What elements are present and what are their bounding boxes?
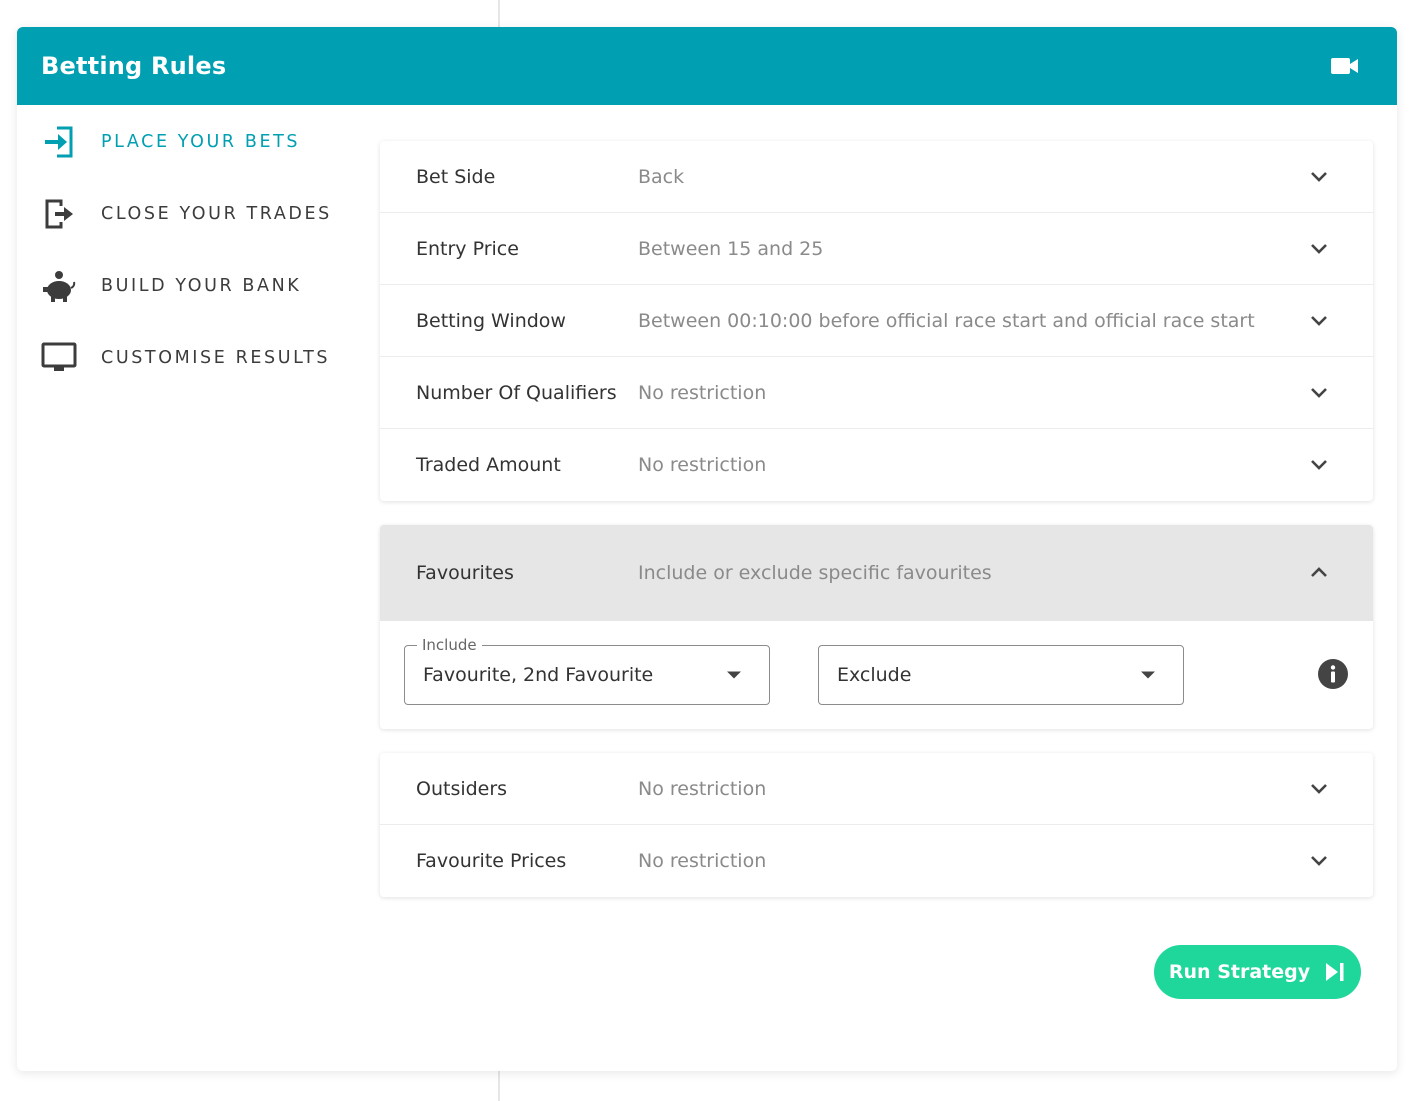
sidebar-item-label: CUSTOMISE RESULTS [101,348,331,368]
rule-label: Number Of Qualifiers [416,381,617,404]
sidebar-item-place-your-bets[interactable]: PLACE YOUR BETS [41,122,361,162]
rule-value: Between 00:10:00 before official race st… [638,309,1255,332]
chevron-down-icon[interactable] [1307,309,1331,333]
sidebar-item-close-your-trades[interactable]: CLOSE YOUR TRADES [41,194,361,234]
include-select[interactable]: Include Favourite, 2nd Favourite [404,636,770,705]
rule-label: Bet Side [416,165,496,188]
include-legend: Include [417,636,482,654]
chevron-down-icon[interactable] [1307,849,1331,873]
rule-label: Favourite Prices [416,850,567,872]
rules-panel-outsiders: Outsiders No restriction Favourite Price… [380,753,1373,897]
rule-label: Traded Amount [416,454,561,476]
exclude-select[interactable]: Exclude [818,645,1184,705]
rule-value: No restriction [638,381,767,404]
sidebar-item-label: BUILD YOUR BANK [101,276,302,296]
rule-value: Between 15 and 25 [638,237,824,260]
info-icon[interactable] [1317,658,1349,690]
chevron-down-icon[interactable] [1307,237,1331,261]
sign-in-icon [41,124,77,160]
skip-forward-icon [1326,963,1344,981]
rule-row-outsiders[interactable]: Outsiders No restriction [380,753,1373,825]
rule-value: Include or exclude specific favourites [638,562,992,584]
rule-value: No restriction [638,777,767,800]
rule-row-traded-amount[interactable]: Traded Amount No restriction [380,429,1373,501]
include-value: Favourite, 2nd Favourite [423,664,654,686]
rule-row-betting-window[interactable]: Betting Window Between 00:10:00 before o… [380,285,1373,357]
rule-row-favourite-prices[interactable]: Favourite Prices No restriction [380,825,1373,897]
rules-panel-favourites: Favourites Include or exclude specific f… [380,525,1373,729]
run-strategy-label: Run Strategy [1168,961,1311,983]
sidebar-item-build-your-bank[interactable]: BUILD YOUR BANK [41,266,361,306]
rule-row-number-of-qualifiers[interactable]: Number Of Qualifiers No restriction [380,357,1373,429]
page-title: Betting Rules [41,52,227,80]
rule-row-entry-price[interactable]: Entry Price Between 15 and 25 [380,213,1373,285]
rule-label: Outsiders [416,777,508,800]
dropdown-arrow-icon [727,671,741,679]
rule-label: Betting Window [416,309,566,332]
rule-value: No restriction [638,850,767,872]
rule-value: No restriction [638,454,767,476]
exclude-value: Exclude [837,664,912,686]
sidebar-item-label: PLACE YOUR BETS [101,132,301,152]
rule-label: Entry Price [416,237,519,260]
rules-panel-general: Bet Side Back Entry Price Between 15 and… [380,141,1373,501]
piggy-bank-icon [41,268,77,304]
chevron-down-icon[interactable] [1307,453,1331,477]
favourites-filter-area: Include Favourite, 2nd Favourite Exclude [380,621,1373,729]
chevron-down-icon[interactable] [1307,165,1331,189]
monitor-icon [41,340,77,376]
sidebar-item-customise-results[interactable]: CUSTOMISE RESULTS [41,338,361,378]
sidebar-item-label: CLOSE YOUR TRADES [101,204,332,224]
dropdown-arrow-icon [1141,671,1155,679]
chevron-up-icon[interactable] [1307,561,1331,585]
betting-rules-card: Betting Rules PLACE YOUR BETS CLOSE YOUR… [17,27,1397,1071]
card-header: Betting Rules [17,27,1397,105]
video-camera-icon[interactable] [1331,56,1359,76]
rule-row-favourites[interactable]: Favourites Include or exclude specific f… [380,525,1373,621]
sign-out-icon [41,196,77,232]
rule-label: Favourites [416,562,514,584]
rule-row-bet-side[interactable]: Bet Side Back [380,141,1373,213]
run-strategy-button[interactable]: Run Strategy [1154,945,1361,999]
chevron-down-icon[interactable] [1307,777,1331,801]
chevron-down-icon[interactable] [1307,381,1331,405]
rule-value: Back [638,165,685,188]
